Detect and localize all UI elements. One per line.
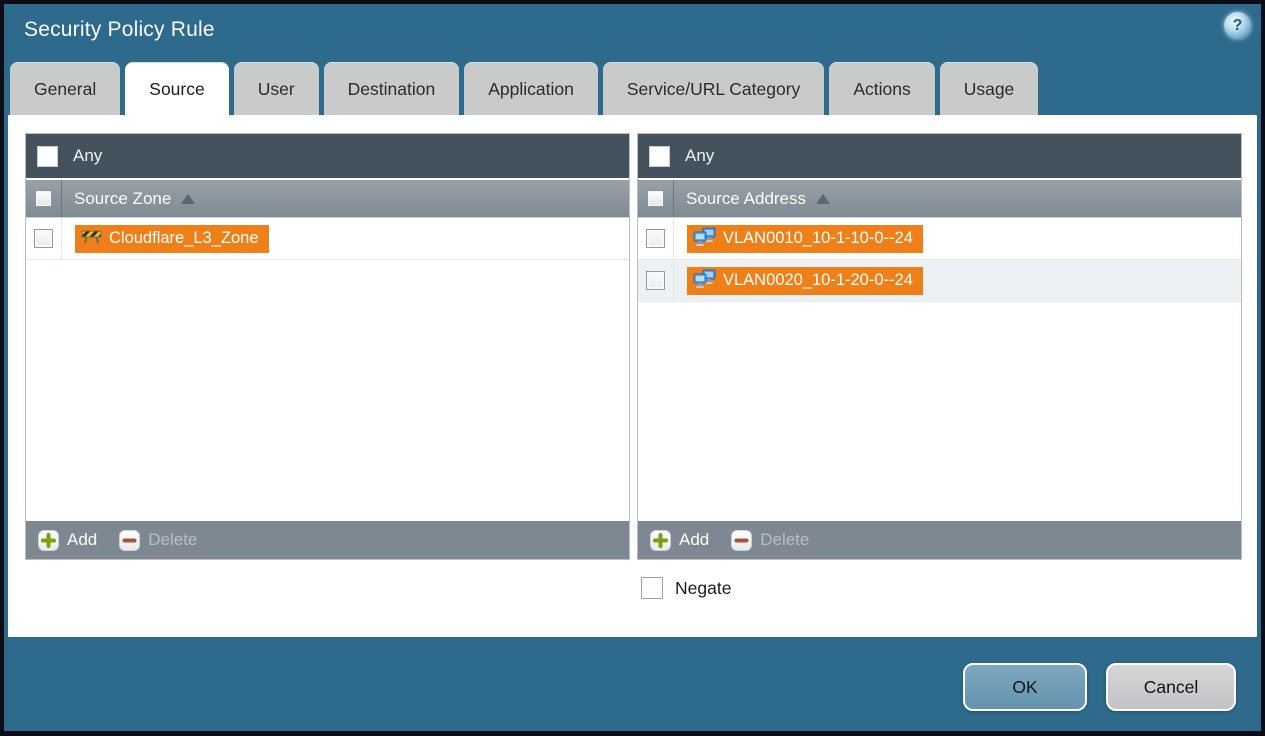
sort-ascending-icon <box>816 193 831 204</box>
source-address-panel: Any Source Address VLAN0010_10-1-10-0--2… <box>637 133 1242 560</box>
source-address-any-label: Any <box>685 146 715 165</box>
table-row[interactable]: VLAN0010_10-1-10-0--24 <box>638 218 1241 260</box>
plus-icon <box>650 529 671 551</box>
cancel-button[interactable]: Cancel <box>1106 663 1236 711</box>
address-icon <box>693 269 723 293</box>
tab-application[interactable]: Application <box>464 62 598 115</box>
plus-icon <box>38 529 59 551</box>
security-policy-rule-dialog: Security Policy Rule ? General Source Us… <box>0 0 1265 736</box>
source-address-any-bar: Any <box>638 134 1241 178</box>
tab-bar: General Source User Destination Applicat… <box>10 62 1039 115</box>
source-address-select-all-checkbox[interactable] <box>647 190 664 207</box>
minus-icon <box>731 529 753 551</box>
source-address-footer: Add Delete <box>638 521 1241 559</box>
address-icon <box>693 227 723 251</box>
tab-destination[interactable]: Destination <box>323 62 460 115</box>
source-tab-content: Any Source Zone Cloudflare_L3_Zone Add D… <box>8 115 1257 637</box>
source-zone-column-header[interactable]: Source Zone <box>26 180 629 218</box>
add-button-label: Add <box>679 530 710 549</box>
source-zone-footer: Add Delete <box>26 521 629 559</box>
tab-actions[interactable]: Actions <box>829 62 935 115</box>
minus-icon <box>119 529 141 551</box>
row-checkbox[interactable] <box>646 271 665 290</box>
add-button[interactable]: Add <box>38 529 98 551</box>
delete-button[interactable]: Delete <box>731 529 810 551</box>
table-row[interactable]: Cloudflare_L3_Zone <box>26 218 629 260</box>
tab-general[interactable]: General <box>10 62 121 115</box>
negate-control: Negate <box>641 577 731 599</box>
tab-usage[interactable]: Usage <box>939 62 1039 115</box>
delete-button-label: Delete <box>148 530 198 549</box>
source-zone-any-bar: Any <box>26 134 629 178</box>
source-zone-select-all-checkbox[interactable] <box>35 190 52 207</box>
zone-name: Cloudflare_L3_Zone <box>109 229 259 247</box>
dialog-title: Security Policy Rule <box>24 18 215 41</box>
add-button-label: Add <box>67 530 98 549</box>
source-zone-panel: Any Source Zone Cloudflare_L3_Zone Add D… <box>25 133 630 560</box>
zone-icon <box>81 228 109 249</box>
source-address-list: VLAN0010_10-1-10-0--24 VLAN0020_10-1-20-… <box>638 218 1241 521</box>
address-name: VLAN0020_10-1-20-0--24 <box>723 271 913 289</box>
source-address-column-header[interactable]: Source Address <box>638 180 1241 218</box>
table-row[interactable]: VLAN0020_10-1-20-0--24 <box>638 260 1241 302</box>
delete-button-label: Delete <box>760 530 810 549</box>
tab-user[interactable]: User <box>233 62 319 115</box>
ok-button[interactable]: OK <box>963 663 1087 711</box>
negate-label: Negate <box>675 577 732 598</box>
source-zone-any-checkbox[interactable] <box>37 145 58 167</box>
sort-ascending-icon <box>181 193 196 204</box>
address-chip[interactable]: VLAN0020_10-1-20-0--24 <box>687 266 923 295</box>
row-checkbox[interactable] <box>646 229 665 248</box>
add-button[interactable]: Add <box>650 529 710 551</box>
source-zone-column-label: Source Zone <box>74 188 172 208</box>
dialog-background: Security Policy Rule ? General Source Us… <box>4 4 1261 731</box>
row-checkbox[interactable] <box>34 229 53 248</box>
tab-source[interactable]: Source <box>125 62 229 115</box>
address-chip[interactable]: VLAN0010_10-1-10-0--24 <box>687 224 923 253</box>
delete-button[interactable]: Delete <box>119 529 198 551</box>
zone-chip[interactable]: Cloudflare_L3_Zone <box>75 224 269 253</box>
source-address-any-checkbox[interactable] <box>649 145 670 167</box>
source-zone-list: Cloudflare_L3_Zone <box>26 218 629 521</box>
tab-service-url-category[interactable]: Service/URL Category <box>602 62 825 115</box>
help-icon[interactable]: ? <box>1224 12 1251 39</box>
source-address-column-label: Source Address <box>686 188 807 208</box>
negate-checkbox[interactable] <box>641 577 663 599</box>
address-name: VLAN0010_10-1-10-0--24 <box>723 229 913 247</box>
source-zone-any-label: Any <box>73 146 103 165</box>
